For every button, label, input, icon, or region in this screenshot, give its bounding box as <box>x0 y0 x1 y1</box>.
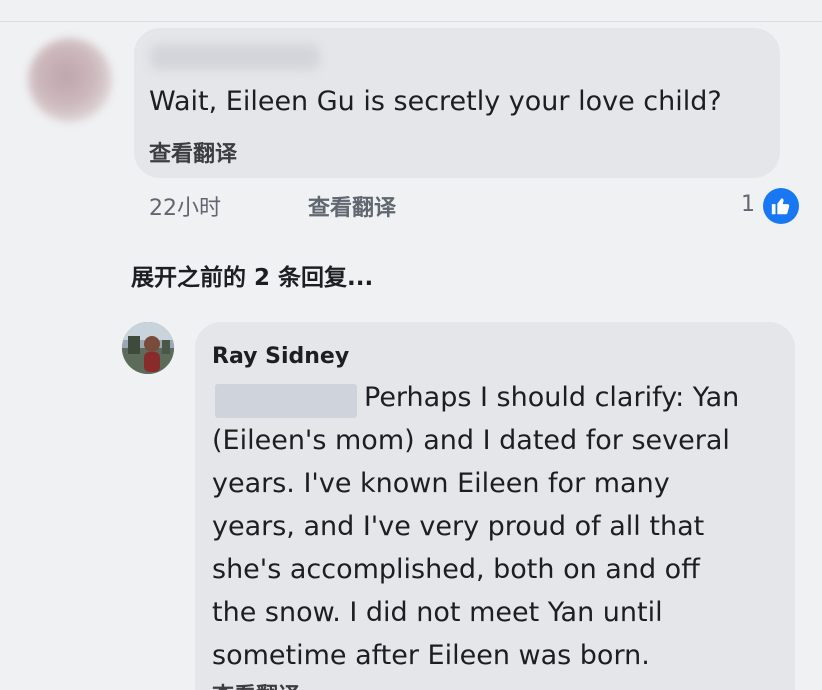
comment-timestamp[interactable]: 22小时 <box>149 190 221 222</box>
see-translation-link[interactable]: 查看翻译 <box>149 136 237 168</box>
comment-text: Wait, Eileen Gu is secretly your love ch… <box>149 86 722 117</box>
divider <box>0 21 822 22</box>
comment-thread: Wait, Eileen Gu is secretly your love ch… <box>0 0 822 690</box>
reply-text-line: the snow. I did not meet Yan until <box>212 597 663 628</box>
avatar-blurred[interactable] <box>28 38 112 122</box>
reply-text-line: Perhaps I should clarify: Yan <box>364 382 740 413</box>
reply-text-line: she's accomplished, both on and off <box>212 554 700 585</box>
mention-redacted[interactable] <box>215 384 357 418</box>
author-name-blurred[interactable] <box>150 44 320 70</box>
avatar-photo <box>122 322 174 374</box>
avatar[interactable] <box>122 322 174 374</box>
view-previous-replies-link[interactable]: 展开之前的 2 条回复... <box>131 258 373 292</box>
reply-text-line: years, and I've very proud of all that <box>212 511 705 542</box>
reply-text-line: years. I've known Eileen for many <box>212 468 670 499</box>
thumbs-up-glyph <box>771 198 790 215</box>
reply-author-name[interactable]: Ray Sidney <box>212 344 349 369</box>
reply-bubble <box>195 322 795 690</box>
thumbs-up-icon[interactable] <box>763 188 799 224</box>
comment-meta-row: 22小时 查看翻译 1 <box>149 188 799 224</box>
see-translation-button[interactable]: 查看翻译 <box>308 190 396 222</box>
see-translation-link[interactable]: 查看翻译 <box>212 678 300 690</box>
reply-text-line: (Eileen's mom) and I dated for several <box>212 425 730 456</box>
reply-text-line: sometime after Eileen was born. <box>212 640 650 671</box>
like-count[interactable]: 1 <box>741 192 755 217</box>
